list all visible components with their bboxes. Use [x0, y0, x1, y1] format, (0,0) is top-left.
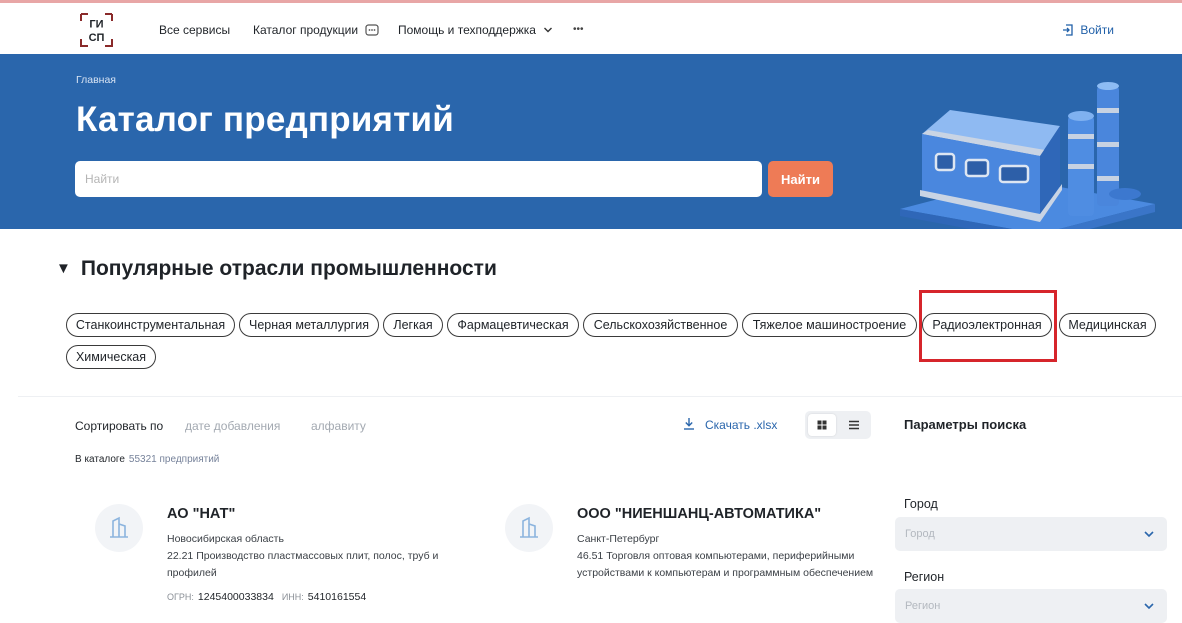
page-title: Каталог предприятий [76, 100, 454, 139]
hero-banner: Главная Каталог предприятий Найти [0, 54, 1182, 229]
chevron-down-icon [1144, 603, 1154, 610]
grid-icon [817, 420, 827, 430]
catalog-count: В каталоге 55321 предприятий [75, 454, 219, 465]
industry-chip[interactable]: Станкоинструментальная [66, 313, 235, 337]
nav-more-menu[interactable]: ••• [573, 24, 584, 35]
region-select-placeholder: Регион [905, 600, 941, 612]
ogrn-label: ОГРН: [167, 592, 194, 602]
industry-chip[interactable]: Легкая [383, 313, 443, 337]
company-name[interactable]: АО "НАТ" [167, 506, 235, 522]
breadcrumb-home[interactable]: Главная [76, 74, 116, 86]
chat-bubble-icon [365, 24, 380, 36]
company-region: Новосибирская область [167, 533, 284, 545]
login-link[interactable]: Войти [1062, 23, 1114, 37]
chevron-down-icon [544, 27, 553, 33]
sort-by-date[interactable]: дате добавления [185, 419, 280, 433]
section-divider [18, 396, 1182, 397]
nav-all-services[interactable]: Все сервисы [159, 23, 230, 37]
download-xlsx-link[interactable]: Скачать .xlsx [683, 417, 777, 432]
inn-value: 5410161554 [307, 591, 367, 603]
industry-chip[interactable]: Медицинская [1059, 313, 1156, 337]
login-label: Войти [1080, 23, 1114, 37]
ogrn-value: 1245400033834 [197, 591, 274, 603]
city-select[interactable]: Город [895, 517, 1167, 551]
login-icon [1063, 24, 1073, 36]
company-avatar [505, 504, 553, 552]
industry-chip[interactable]: Тяжелое машиностроение [742, 313, 917, 337]
download-icon [684, 418, 694, 430]
building-icon [110, 516, 128, 538]
svg-text:ГИ: ГИ [89, 19, 103, 31]
nav-help-support[interactable]: Помощь и техподдержка [398, 23, 553, 37]
view-toggle [805, 411, 871, 439]
sort-by-alphabet[interactable]: алфавиту [311, 419, 366, 433]
industry-chip[interactable]: Химическая [66, 345, 156, 369]
nav-help-support-label: Помощь и техподдержка [398, 23, 536, 37]
popular-industries-label: Популярные отрасли промышленности [80, 257, 497, 280]
nav-product-catalog[interactable]: Каталог продукции [253, 23, 380, 37]
nav-product-catalog-label: Каталог продукции [253, 23, 359, 37]
list-view-button[interactable] [840, 414, 868, 436]
company-region: Санкт-Петербург [577, 533, 660, 545]
sort-label: Сортировать по [75, 419, 164, 433]
region-select[interactable]: Регион [895, 589, 1167, 623]
building-icon [520, 516, 538, 538]
collapse-triangle-icon: ▼ [56, 260, 71, 277]
factory-illustration [900, 82, 1155, 229]
company-ids: ОГРН: 1245400033834 ИНН: 5410161554 [167, 591, 366, 603]
popular-industries-title[interactable]: ▼ Популярные отрасли промышленности [56, 257, 497, 281]
highlight-box [919, 290, 1057, 362]
chevron-down-icon [1144, 531, 1154, 538]
city-select-placeholder: Город [905, 528, 935, 540]
company-avatar [95, 504, 143, 552]
city-filter-label: Город [904, 497, 938, 511]
list-icon [849, 420, 859, 430]
gisp-logo[interactable]: ГИ СП [80, 13, 113, 47]
region-filter-label: Регион [904, 570, 945, 584]
download-label: Скачать .xlsx [705, 418, 778, 432]
inn-label: ИНН: [281, 592, 304, 602]
search-button[interactable]: Найти [768, 161, 833, 197]
search-input[interactable] [75, 161, 762, 197]
catalog-count-value: 55321 предприятий [128, 454, 220, 465]
industry-chip[interactable]: Фармацевтическая [447, 313, 579, 337]
company-okved: 22.21 Производство пластмассовых плит, п… [167, 550, 439, 579]
catalog-count-label: В каталоге [75, 454, 125, 465]
grid-view-button[interactable] [808, 414, 836, 436]
search-params-title: Параметры поиска [904, 417, 1027, 432]
company-name[interactable]: ООО "НИЕНШАНЦ-АВТОМАТИКА" [577, 506, 821, 522]
svg-text:СП: СП [89, 32, 105, 44]
company-okved: 46.51 Торговля оптовая компьютерами, пер… [577, 550, 874, 579]
top-navbar: ГИ СП Все сервисы Каталог продукции Помо… [0, 3, 1182, 54]
industry-chip[interactable]: Черная металлургия [239, 313, 379, 337]
industry-chip[interactable]: Сельскохозяйственное [583, 313, 738, 337]
